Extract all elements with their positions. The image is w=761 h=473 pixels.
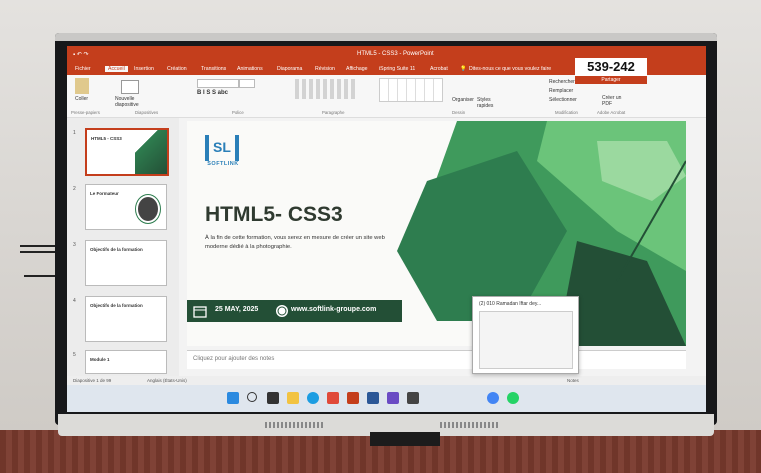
group-acrobat: Adobe Acrobat xyxy=(597,110,626,115)
slide-number: 1 xyxy=(73,130,76,136)
slide-canvas[interactable]: SL SOFTLINK HTML5- CSS3 À la fin de cett… xyxy=(187,121,686,346)
code-label: 539-242 xyxy=(575,58,647,76)
font-size-dropdown[interactable] xyxy=(239,79,255,88)
file-explorer-icon[interactable] xyxy=(287,392,299,404)
select-button[interactable]: Sélectionner xyxy=(549,97,577,103)
notes-toggle[interactable]: Notes xyxy=(567,378,579,383)
logo-letters: SL xyxy=(213,139,231,155)
group-slides: Diapositives xyxy=(135,110,159,115)
vscode-icon[interactable] xyxy=(387,392,399,404)
tab-animations[interactable]: Animations xyxy=(237,66,263,72)
screen: ▪ ↶ ↷ HTML5 - CSS3 - PowerPoint Fichier … xyxy=(67,46,706,412)
paragraph-controls[interactable] xyxy=(295,79,355,99)
status-bar: Diapositive 1 de 99 Anglais (États-Unis)… xyxy=(67,376,706,385)
create-pdf-button[interactable]: Créer un PDF xyxy=(602,95,626,107)
edge-icon[interactable] xyxy=(307,392,319,404)
speaker-grille-right xyxy=(440,422,500,428)
tab-acrobat[interactable]: Acrobat xyxy=(430,66,448,72)
find-button[interactable]: Rechercher xyxy=(549,79,575,85)
thumbnail-title: Le Formateur xyxy=(90,191,119,196)
tab-view[interactable]: Affichage xyxy=(346,66,368,72)
language-status[interactable]: Anglais (États-Unis) xyxy=(147,378,187,383)
arrange-button[interactable]: Organiser xyxy=(452,97,474,103)
share-button[interactable]: Partager xyxy=(575,76,647,84)
app-icon[interactable] xyxy=(327,392,339,404)
windows-taskbar xyxy=(67,385,706,412)
wall-cables xyxy=(20,245,58,277)
monitor-stand xyxy=(370,432,440,446)
tab-transitions[interactable]: Transitions xyxy=(201,66,226,72)
paste-icon[interactable] xyxy=(75,78,89,94)
slide-thumbnail-4[interactable]: Objectifs de la formation xyxy=(85,296,167,342)
tab-file[interactable]: Fichier xyxy=(75,66,91,72)
thumbnail-title: Objectifs de la formation xyxy=(90,303,143,308)
taskbar-preview-popup[interactable]: (2) 010 Ramadan Iftar dey... xyxy=(472,296,579,374)
group-paragraph: Paragraphe xyxy=(322,110,345,115)
thumbnail-title: Objectifs de la formation xyxy=(90,247,143,252)
whatsapp-icon[interactable] xyxy=(507,392,519,404)
slide-subtitle: À la fin de cette formation, vous serez … xyxy=(205,235,385,250)
font-family-dropdown[interactable] xyxy=(197,79,239,88)
group-clipboard: Presse-papiers xyxy=(71,110,100,115)
group-drawing: Dessin xyxy=(452,110,466,115)
slide-number: 2 xyxy=(73,186,76,192)
bold-italic-underline-buttons[interactable]: B I S S abc xyxy=(197,90,228,96)
tab-ispring[interactable]: iSpring Suite 11 xyxy=(379,66,415,72)
search-icon[interactable] xyxy=(247,392,257,402)
slide-thumbnail-3[interactable]: Objectifs de la formation xyxy=(85,240,167,286)
start-icon[interactable] xyxy=(227,392,239,404)
slide-thumbnail-2[interactable]: Le Formateur xyxy=(85,184,167,230)
replace-button[interactable]: Remplacer xyxy=(549,88,573,94)
slide-thumbnail-5[interactable]: Module 1 xyxy=(85,350,167,374)
new-slide-button[interactable]: Nouvelle diapositive xyxy=(115,96,155,108)
tab-home[interactable]: Accueil xyxy=(105,66,128,72)
powerpoint-icon[interactable] xyxy=(347,392,359,404)
save-icon[interactable]: ▪ ↶ ↷ xyxy=(73,51,89,58)
group-font: Police xyxy=(232,110,244,115)
slide-title: HTML5- CSS3 xyxy=(205,203,343,226)
globe-icon xyxy=(276,305,288,317)
popup-thumbnail xyxy=(479,311,573,369)
tab-insert[interactable]: Insertion xyxy=(134,66,154,72)
tab-review[interactable]: Révision xyxy=(315,66,335,72)
calendar-icon xyxy=(193,306,207,318)
quick-styles-button[interactable]: Styles rapides xyxy=(477,97,499,109)
chrome-icon[interactable] xyxy=(487,392,499,404)
slide-number: 3 xyxy=(73,242,76,248)
task-view-icon[interactable] xyxy=(267,392,279,404)
search-icon: 💡 xyxy=(460,66,467,72)
slide-number: 5 xyxy=(73,352,76,358)
slide-number: 4 xyxy=(73,298,76,304)
popup-title: (2) 010 Ramadan Iftar dey... xyxy=(479,301,542,307)
word-icon[interactable] xyxy=(367,392,379,404)
shapes-gallery[interactable] xyxy=(379,78,443,102)
monitor-top-edge xyxy=(55,33,717,41)
notes-placeholder: Cliquez pour ajouter des notes xyxy=(193,356,275,362)
website-url: www.softlink-groupe.com xyxy=(291,306,377,313)
window-title: HTML5 - CSS3 - PowerPoint xyxy=(357,51,434,57)
tab-slideshow[interactable]: Diaporama xyxy=(277,66,302,72)
new-slide-icon[interactable] xyxy=(121,80,139,94)
tab-design[interactable]: Création xyxy=(167,66,187,72)
group-editing: Modification xyxy=(555,110,578,115)
speaker-grille-left xyxy=(265,422,325,428)
thumbnail-title: HTML5 - CSS3 xyxy=(91,136,122,141)
thumbnail-title: Module 1 xyxy=(90,357,110,362)
slide-thumbnails-panel: 1 HTML5 - CSS3 2 Le Formateur 3 Objectif… xyxy=(67,118,179,376)
terminal-icon[interactable] xyxy=(407,392,419,404)
slide-info: Diapositive 1 de 99 xyxy=(73,378,112,383)
logo-brand: SOFTLINK xyxy=(207,161,239,167)
tell-me-search[interactable]: Dites-nous ce que vous voulez faire xyxy=(469,66,551,72)
paste-button[interactable]: Coller xyxy=(75,96,88,102)
event-date: 25 MAY, 2025 xyxy=(215,306,259,313)
slide-thumbnail-1[interactable]: HTML5 - CSS3 xyxy=(85,128,169,176)
notes-pane[interactable]: Cliquez pour ajouter des notes xyxy=(187,350,686,369)
